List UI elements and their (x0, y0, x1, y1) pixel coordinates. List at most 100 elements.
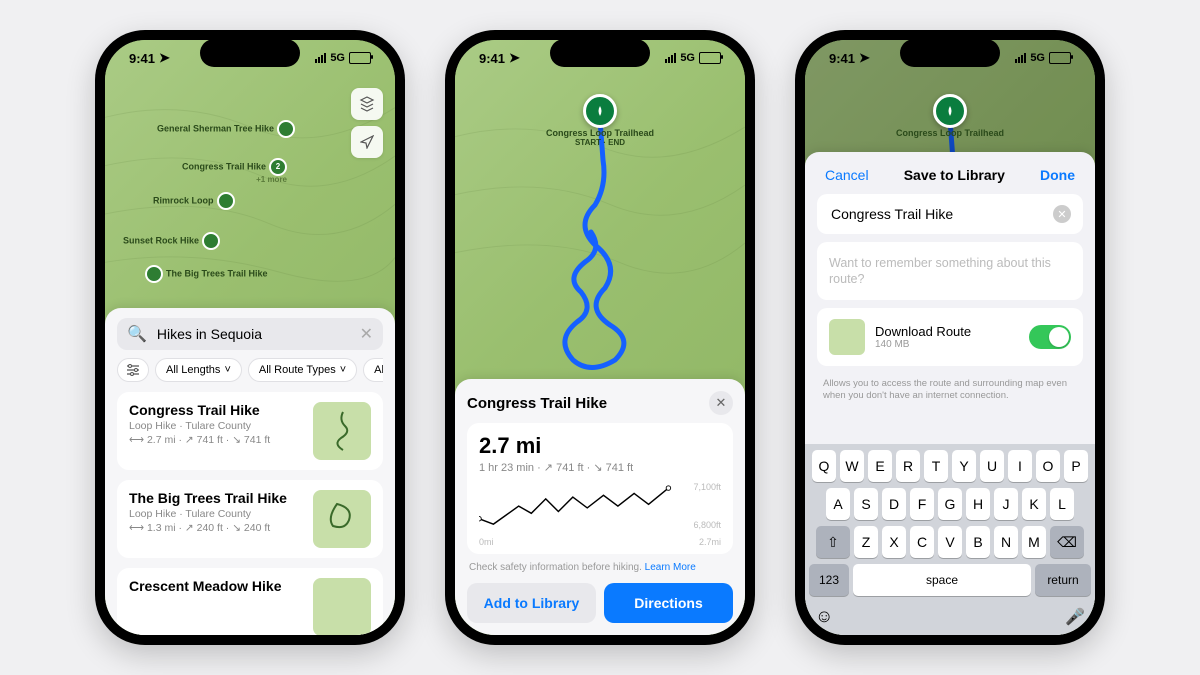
dynamic-island (200, 39, 300, 67)
key-m[interactable]: M (1022, 526, 1046, 558)
key-l[interactable]: L (1050, 488, 1074, 520)
locate-me-button[interactable] (351, 126, 383, 158)
safety-text: Check safety information before hiking. … (469, 562, 731, 573)
key-g[interactable]: G (938, 488, 962, 520)
phone-trail-detail: 9:41 ➤ 5G Congress Loop Trailhead START … (445, 30, 755, 645)
key-t[interactable]: T (924, 450, 948, 482)
key-o[interactable]: O (1036, 450, 1060, 482)
clear-search-icon[interactable]: ✕ (360, 324, 373, 344)
key-p[interactable]: P (1064, 450, 1088, 482)
key-q[interactable]: Q (812, 450, 836, 482)
learn-more-link[interactable]: Learn More (645, 562, 696, 573)
download-toggle[interactable] (1029, 325, 1071, 349)
filter-length[interactable]: All Lengths ˅ (155, 358, 242, 382)
trail-title: Congress Trail Hike (467, 395, 607, 412)
trailhead-pin[interactable] (583, 94, 617, 128)
map-poi[interactable]: Rimrock Loop (153, 192, 235, 210)
save-library-sheet[interactable]: Cancel Save to Library Done ✕ Want to re… (805, 152, 1095, 635)
map-poi[interactable]: General Sherman Tree Hike (157, 120, 295, 138)
filter-row: All Lengths ˅ All Route Types ˅ All Elev (117, 358, 383, 382)
location-icon: ➤ (859, 50, 870, 66)
filter-route-type[interactable]: All Route Types ˅ (248, 358, 357, 382)
result-stats: ⟷ 1.3 mi · ↗ 240 ft · ↘ 240 ft (129, 522, 287, 534)
result-thumbnail (313, 490, 371, 548)
key-f[interactable]: F (910, 488, 934, 520)
key-i[interactable]: I (1008, 450, 1032, 482)
key-s[interactable]: S (854, 488, 878, 520)
key-c[interactable]: C (910, 526, 934, 558)
cancel-button[interactable]: Cancel (819, 166, 875, 184)
key-e[interactable]: E (868, 450, 892, 482)
filter-settings-button[interactable] (117, 358, 149, 382)
key-n[interactable]: N (994, 526, 1018, 558)
network-label: 5G (680, 52, 695, 64)
key-y[interactable]: Y (952, 450, 976, 482)
result-title: Congress Trail Hike (129, 402, 270, 418)
result-subtitle: Loop Hike · Tulare County (129, 508, 287, 520)
mic-key[interactable]: 🎤 (1065, 607, 1085, 627)
route-name-input[interactable] (829, 205, 1053, 223)
return-key[interactable]: return (1035, 564, 1091, 596)
trail-detail-sheet[interactable]: Congress Trail Hike ✕ 2.7 mi 1 hr 23 min… (455, 379, 745, 635)
pin-icon (277, 120, 295, 138)
numbers-key[interactable]: 123 (809, 564, 849, 596)
phone-search: 9:41 ➤ 5G General Sherman Tree Hike Cong… (95, 30, 405, 645)
shift-key[interactable]: ⇧ (816, 526, 850, 558)
kb-row2: ASDFGHJKL (809, 488, 1091, 520)
pin-icon: 2 (269, 158, 287, 176)
key-k[interactable]: K (1022, 488, 1046, 520)
screen: 9:41 ➤ 5G Congress Loop Trailhead START … (455, 40, 745, 635)
elevation-chart[interactable]: 7,100ft 6,800ft 0mi 2.7mi (479, 482, 721, 542)
route-name-field[interactable]: ✕ (817, 194, 1083, 234)
key-v[interactable]: V (938, 526, 962, 558)
key-d[interactable]: D (882, 488, 906, 520)
download-size: 140 MB (875, 339, 1019, 350)
trailhead-label: Congress Loop Trailhead (896, 128, 1004, 138)
pin-icon (202, 232, 220, 250)
key-h[interactable]: H (966, 488, 990, 520)
key-z[interactable]: Z (854, 526, 878, 558)
search-field[interactable]: 🔍 ✕ (117, 318, 383, 350)
status-time: 9:41 (129, 51, 155, 66)
key-w[interactable]: W (840, 450, 864, 482)
map-poi[interactable]: Congress Trail Hike2 +1 more (182, 158, 287, 185)
key-r[interactable]: R (896, 450, 920, 482)
battery-icon (699, 52, 721, 64)
clear-name-button[interactable]: ✕ (1053, 205, 1071, 223)
key-u[interactable]: U (980, 450, 1004, 482)
result-thumbnail (313, 402, 371, 460)
result-item[interactable]: Congress Trail Hike Loop Hike · Tulare C… (117, 392, 383, 470)
emoji-key[interactable]: ☺ (815, 606, 833, 627)
pin-icon (145, 265, 163, 283)
chevron-down-icon: ˅ (224, 364, 230, 376)
map-layers-button[interactable] (351, 88, 383, 120)
backspace-key[interactable]: ⌫ (1050, 526, 1084, 558)
directions-button[interactable]: Directions (604, 583, 733, 623)
result-item[interactable]: The Big Trees Trail Hike Loop Hike · Tul… (117, 480, 383, 558)
key-b[interactable]: B (966, 526, 990, 558)
y-axis-bottom: 6,800ft (693, 520, 721, 530)
search-input[interactable] (155, 325, 352, 343)
key-x[interactable]: X (882, 526, 906, 558)
search-results-sheet[interactable]: 🔍 ✕ All Lengths ˅ All Route Types ˅ All … (105, 308, 395, 635)
filter-elevation[interactable]: All Elev (363, 358, 383, 382)
status-time: 9:41 (829, 51, 855, 66)
status-time: 9:41 (479, 51, 505, 66)
route-note-field[interactable]: Want to remember something about this ro… (817, 242, 1083, 300)
kb-row1: QWERTYUIOP (809, 450, 1091, 482)
kb-row3: ⇧ ZXCVBNM⌫ (809, 526, 1091, 558)
add-to-library-button[interactable]: Add to Library (467, 583, 596, 623)
result-item[interactable]: Crescent Meadow Hike (117, 568, 383, 635)
keyboard[interactable]: QWERTYUIOP ASDFGHJKL ⇧ ZXCVBNM⌫ 123 spac… (805, 444, 1095, 635)
location-icon: ➤ (509, 50, 520, 66)
done-button[interactable]: Done (1034, 166, 1081, 184)
pin-icon (217, 192, 235, 210)
x-axis-start: 0mi (479, 537, 494, 547)
map-poi[interactable]: Sunset Rock Hike (123, 232, 220, 250)
close-button[interactable]: ✕ (709, 391, 733, 415)
map-poi[interactable]: The Big Trees Trail Hike (145, 265, 268, 283)
key-j[interactable]: J (994, 488, 1018, 520)
key-a[interactable]: A (826, 488, 850, 520)
space-key[interactable]: space (853, 564, 1031, 596)
signal-icon (315, 53, 326, 63)
